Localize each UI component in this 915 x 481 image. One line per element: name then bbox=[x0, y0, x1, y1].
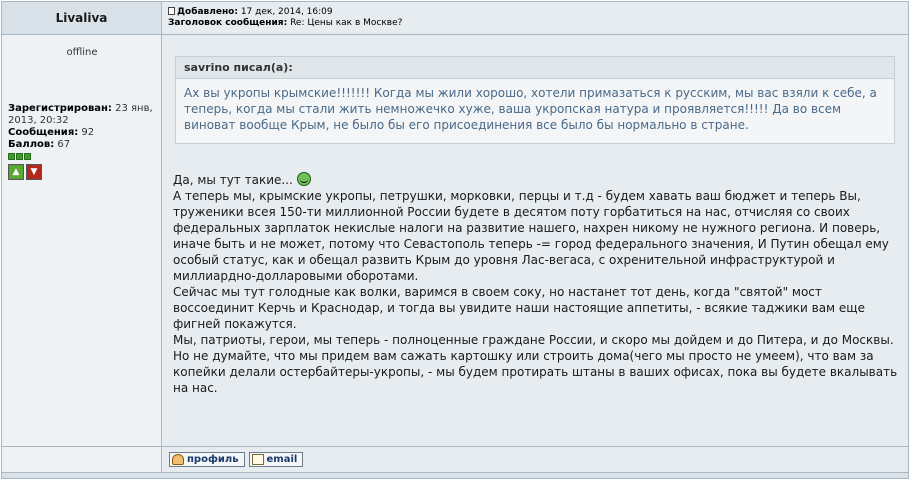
user-panel: offline Зарегистрирован: 23 янв, 2013, 2… bbox=[2, 35, 162, 446]
online-status: offline bbox=[66, 47, 98, 58]
points-value: 67 bbox=[57, 139, 71, 150]
message-line1: Да, мы тут такие... bbox=[173, 173, 293, 187]
vote-buttons: ▲ ▼ bbox=[8, 164, 42, 180]
post-actions: профиль email bbox=[162, 446, 908, 472]
subject-label: Заголовок сообщения: bbox=[168, 18, 288, 28]
reputation-bar bbox=[8, 153, 31, 160]
registered-label: Зарегистрирован: bbox=[8, 103, 112, 114]
reputation-pip bbox=[8, 153, 15, 160]
quote-block: savrino писал(а): Ах вы укропы крымские!… bbox=[175, 56, 895, 144]
message-paragraph: Но не думайте, что мы придем вам сажать … bbox=[173, 349, 898, 395]
added-label: Добавлено: bbox=[177, 7, 238, 17]
email-button[interactable]: email bbox=[248, 452, 304, 467]
registered-line: Зарегистрирован: 23 янв, 2013, 20:32 bbox=[8, 103, 158, 127]
post-meta: Добавлено: 17 дек, 2014, 16:09 Заголовок… bbox=[162, 2, 908, 35]
subject-value: Re: Цены как в Москве? bbox=[290, 18, 403, 28]
post-subject-line: Заголовок сообщения: Re: Цены как в Моск… bbox=[168, 18, 908, 29]
footer-left bbox=[2, 446, 162, 472]
profile-icon bbox=[172, 454, 184, 465]
post-separator bbox=[2, 472, 908, 478]
post-icon[interactable] bbox=[168, 7, 175, 15]
post-body: savrino писал(а): Ах вы укропы крымские!… bbox=[162, 35, 908, 446]
envelope-icon bbox=[251, 454, 264, 465]
points-label: Баллов: bbox=[8, 139, 55, 150]
smile-icon bbox=[296, 172, 311, 186]
profile-button-label: профиль bbox=[187, 454, 239, 465]
quote-header: savrino писал(а): bbox=[176, 57, 894, 79]
thumbs-up-icon[interactable]: ▲ bbox=[8, 164, 24, 180]
profile-button[interactable]: профиль bbox=[169, 452, 245, 467]
message-paragraph: А теперь мы, крымские укропы, петрушки, … bbox=[173, 189, 889, 283]
message-text: Да, мы тут такие... А теперь мы, крымски… bbox=[173, 172, 903, 396]
email-button-label: email bbox=[266, 454, 298, 465]
forum-post: Livaliva Добавлено: 17 дек, 2014, 16:09 … bbox=[1, 1, 909, 479]
message-paragraph: Мы, патриоты, герои, мы теперь - полноце… bbox=[173, 333, 894, 347]
thumbs-down-icon[interactable]: ▼ bbox=[26, 164, 42, 180]
author-name[interactable]: Livaliva bbox=[2, 2, 162, 35]
posts-value: 92 bbox=[81, 127, 95, 138]
post-date-line: Добавлено: 17 дек, 2014, 16:09 bbox=[168, 7, 908, 18]
user-info: Зарегистрирован: 23 янв, 2013, 20:32 Соо… bbox=[8, 103, 158, 151]
added-value: 17 дек, 2014, 16:09 bbox=[240, 7, 333, 17]
points-line: Баллов: 67 bbox=[8, 139, 158, 151]
posts-label: Сообщения: bbox=[8, 127, 79, 138]
message-first-line: Да, мы тут такие... bbox=[173, 172, 903, 188]
posts-line: Сообщения: 92 bbox=[8, 127, 158, 139]
reputation-pip bbox=[24, 153, 31, 160]
message-paragraph: Сейчас мы тут голодные как волки, варимс… bbox=[173, 285, 865, 331]
reputation-pip bbox=[16, 153, 23, 160]
quote-text: Ах вы укропы крымские!!!!!!! Когда мы жи… bbox=[184, 86, 877, 132]
